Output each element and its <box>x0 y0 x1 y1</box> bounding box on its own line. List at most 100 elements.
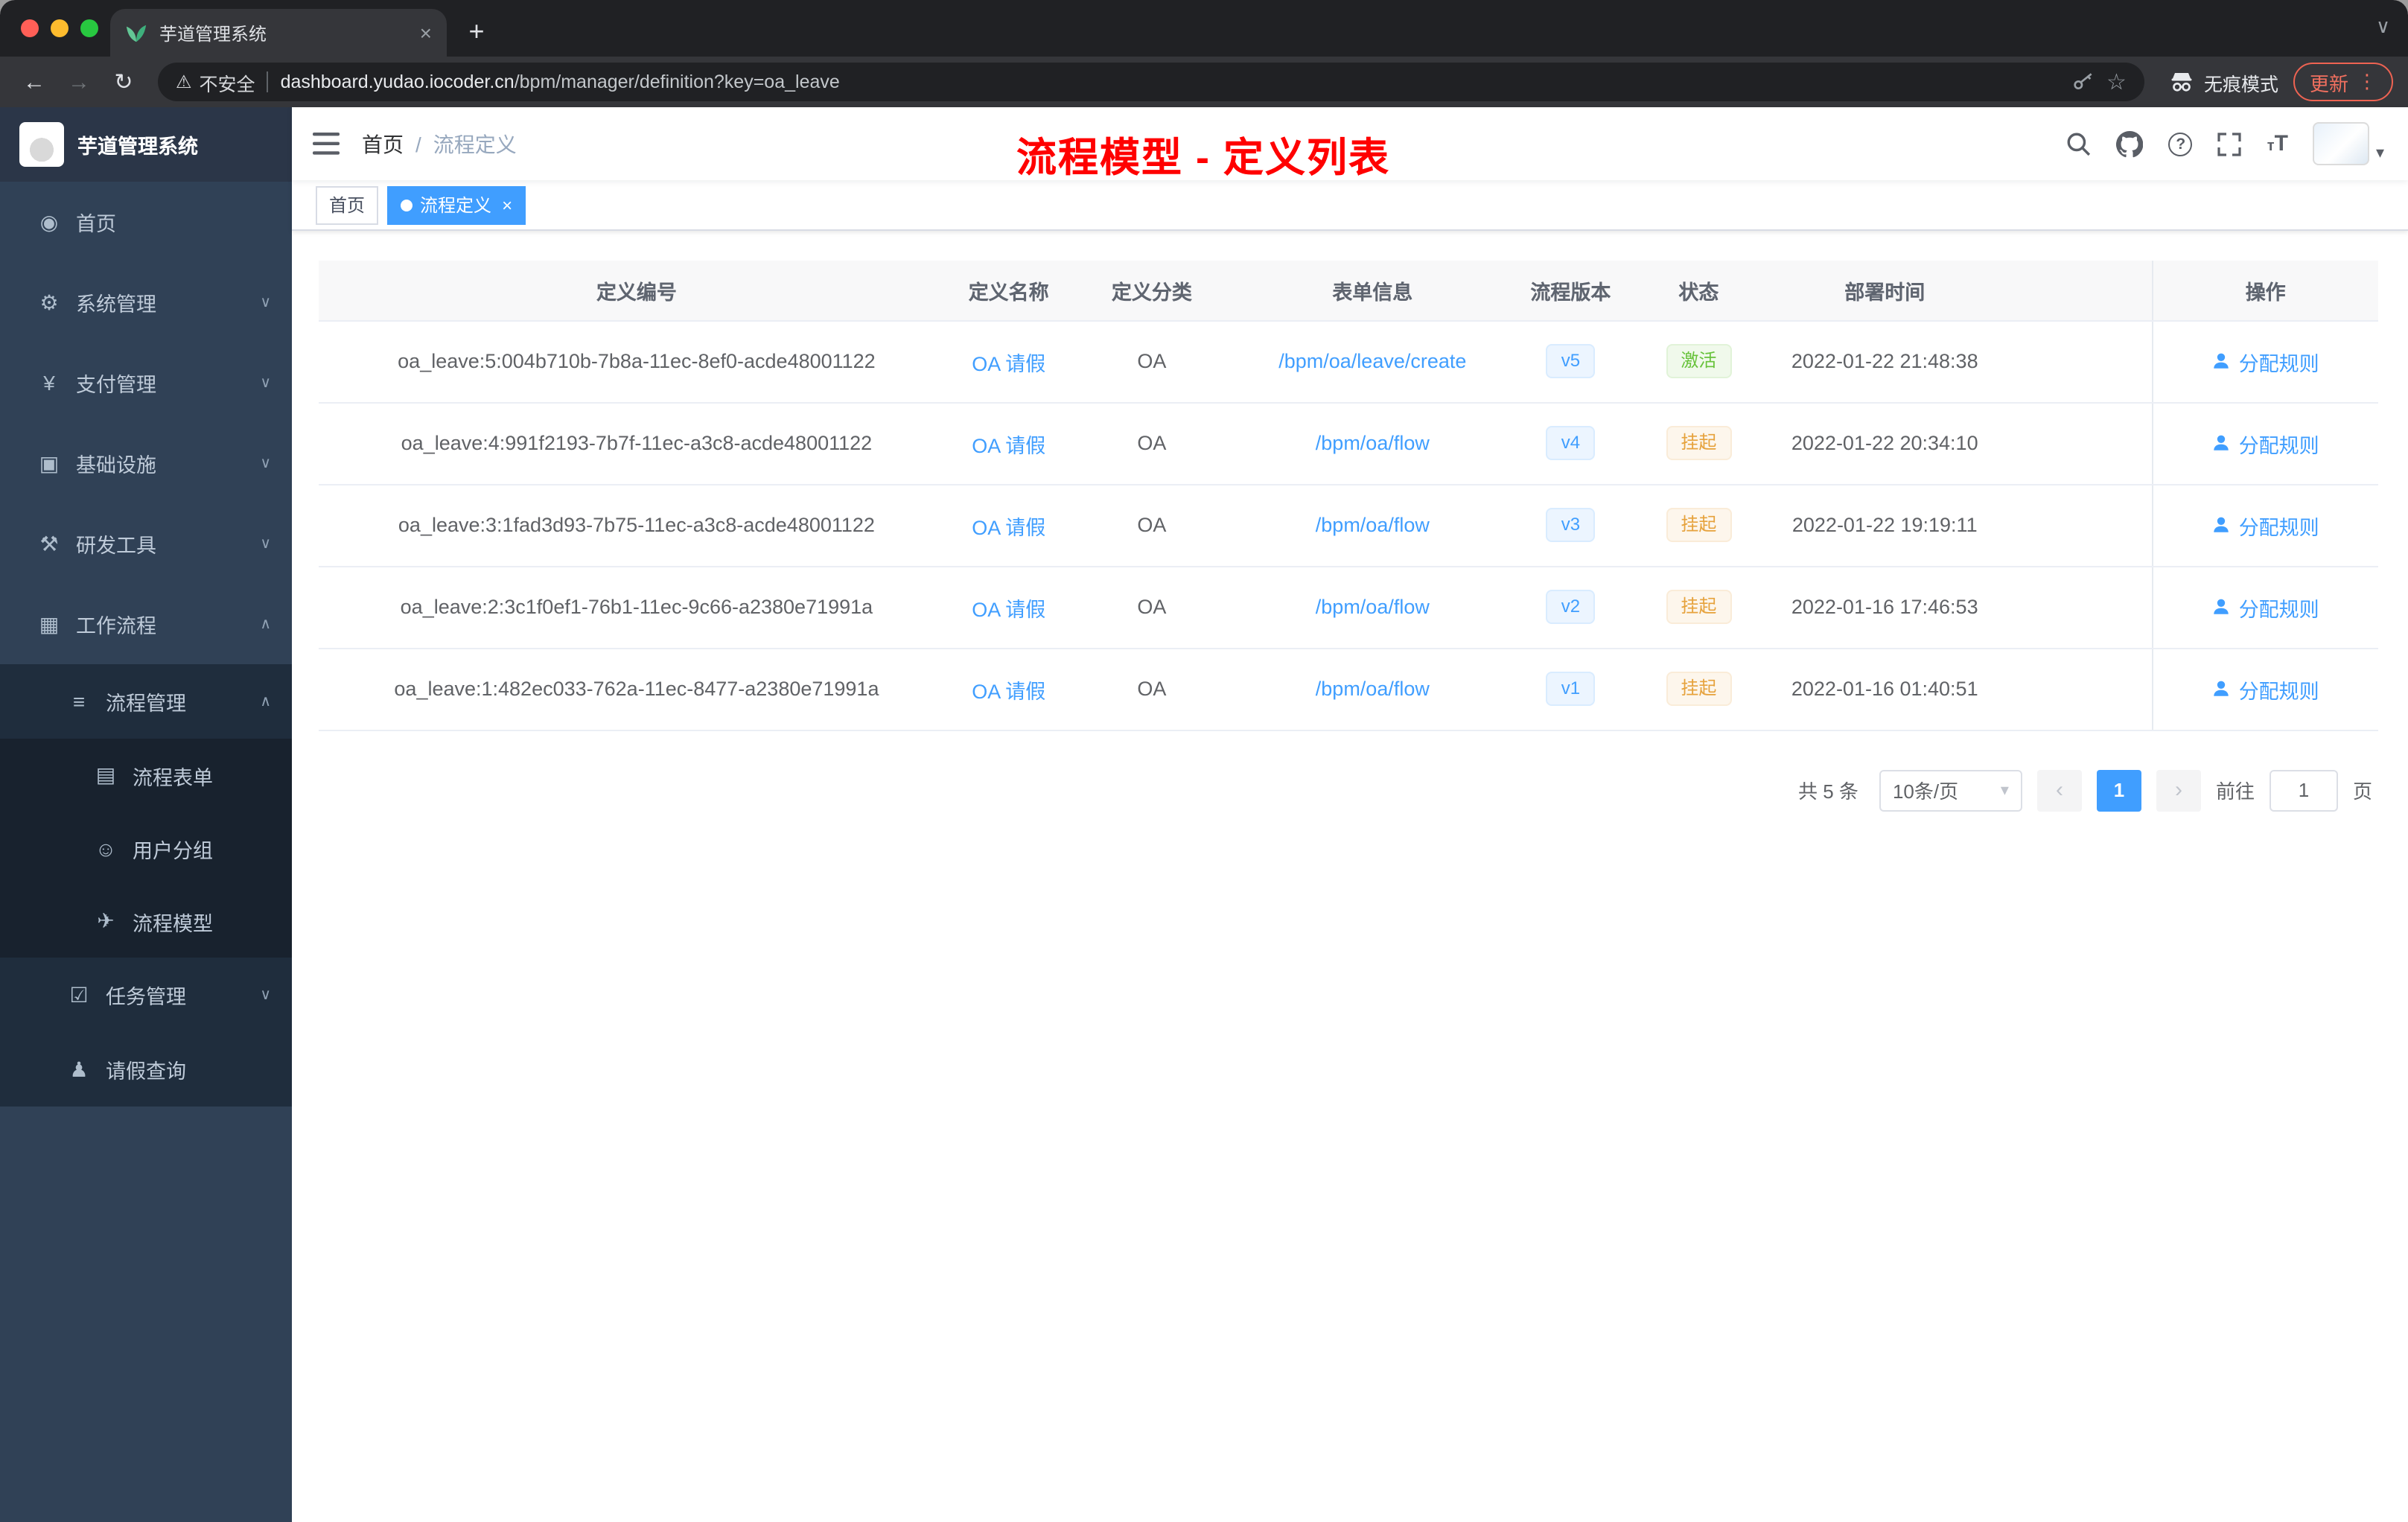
github-icon[interactable] <box>2116 130 2144 157</box>
prev-page-button[interactable]: ‹ <box>2036 769 2082 811</box>
definition-name-link[interactable]: OA 请假 <box>972 680 1045 702</box>
close-window-button[interactable] <box>21 19 39 37</box>
sidebar-item-label: 请假查询 <box>106 1060 186 1083</box>
col-deploy-time: 部署时间 <box>1760 261 2010 321</box>
form-link[interactable]: /bpm/oa/flow <box>1316 596 1430 618</box>
person-icon <box>2214 681 2229 696</box>
sidebar-item-infrastructure[interactable]: ▣ 基础设施 ∨ <box>0 423 292 503</box>
help-icon[interactable]: ? <box>2168 132 2193 156</box>
definition-name-link[interactable]: OA 请假 <box>972 516 1045 538</box>
assign-rule-link[interactable]: 分配规则 <box>2212 428 2319 458</box>
incognito-icon <box>2168 69 2195 95</box>
tag-close-icon[interactable]: × <box>502 194 512 215</box>
task-icon: ☑ <box>69 982 89 1006</box>
tab-search-chevron-icon[interactable]: ∨ <box>2376 15 2390 39</box>
site-favicon-icon <box>125 22 147 44</box>
minimize-window-button[interactable] <box>51 19 69 37</box>
chevron-down-icon: ∨ <box>260 455 271 471</box>
reload-button[interactable]: ↻ <box>104 63 143 101</box>
sidebar-item-label: 基础设施 <box>76 454 156 477</box>
password-key-icon[interactable] <box>2071 70 2095 94</box>
tab-close-icon[interactable]: × <box>420 21 432 45</box>
new-tab-button[interactable]: + <box>456 10 497 52</box>
user-group-icon: ☺ <box>95 836 117 860</box>
avatar-image <box>2313 122 2370 165</box>
table-row: oa_leave:4:991f2193-7b7f-11ec-a3c8-acde4… <box>319 402 2378 485</box>
sidebar-item-home[interactable]: ◉ 首页 <box>0 182 292 262</box>
url-host: dashboard.yudao.iocoder.cn <box>280 71 515 92</box>
caret-down-icon: ▾ <box>2000 782 2009 800</box>
form-icon: ▤ <box>95 762 116 786</box>
sidebar-item-user-group[interactable]: ☺ 用户分组 <box>0 812 292 885</box>
category-cell: OA <box>1063 402 1241 485</box>
warning-icon: ⚠ <box>176 71 192 92</box>
form-link[interactable]: /bpm/oa/flow <box>1316 432 1430 454</box>
assign-rule-label: 分配规则 <box>2238 598 2319 620</box>
col-definition-name: 定义名称 <box>954 261 1063 321</box>
status-badge: 激活 <box>1666 343 1732 379</box>
security-label: 不安全 <box>199 74 255 95</box>
workflow-icon: ▦ <box>39 611 60 635</box>
page-content: 定义编号 定义名称 定义分类 表单信息 流程版本 状态 部署时间 操作 oa_l… <box>292 231 2408 1522</box>
category-cell: OA <box>1063 320 1241 403</box>
forward-button[interactable]: → <box>60 63 98 101</box>
page-size-value: 10条/页 <box>1892 780 1959 803</box>
user-icon: ♟ <box>69 1057 89 1080</box>
assign-rule-link[interactable]: 分配规则 <box>2212 346 2319 376</box>
user-avatar[interactable]: ▾ <box>2313 122 2384 165</box>
definition-name-link[interactable]: OA 请假 <box>972 598 1045 620</box>
table-row: oa_leave:2:3c1f0ef1-76b1-11ec-9c66-a2380… <box>319 566 2378 649</box>
sidebar-item-workflow[interactable]: ▦ 工作流程 ∧ <box>0 584 292 664</box>
version-badge: v3 <box>1546 507 1596 543</box>
sidebar-item-process-management[interactable]: ≡ 流程管理 ∧ <box>0 664 292 739</box>
status-badge: 挂起 <box>1666 671 1732 707</box>
browser-toolbar: ← → ↻ ⚠ 不安全 dashboard.yudao.iocoder.cn/b… <box>0 57 2408 107</box>
font-size-icon[interactable]: тT <box>2267 133 2288 155</box>
tag-process-definition[interactable]: 流程定义 × <box>387 185 526 224</box>
assign-rule-link[interactable]: 分配规则 <box>2212 674 2319 704</box>
back-button[interactable]: ← <box>15 63 54 101</box>
sidebar-item-dev-tools[interactable]: ⚒ 研发工具 ∨ <box>0 503 292 584</box>
tag-label: 首页 <box>329 195 366 216</box>
assign-rule-link[interactable]: 分配规则 <box>2212 592 2319 622</box>
zoom-window-button[interactable] <box>80 19 98 37</box>
sidebar-item-process-form[interactable]: ▤ 流程表单 <box>0 739 292 812</box>
spacer-cell <box>2009 320 2153 403</box>
page-number-button[interactable]: 1 <box>2096 769 2141 811</box>
person-icon <box>2214 353 2229 369</box>
fullscreen-icon[interactable] <box>2218 132 2242 156</box>
sidebar-logo[interactable]: 芋道管理系统 <box>0 107 292 182</box>
tag-home[interactable]: 首页 <box>316 185 379 224</box>
update-button[interactable]: 更新 ⋮ <box>2293 63 2393 101</box>
bookmark-star-icon[interactable]: ☆ <box>2106 69 2127 95</box>
goto-page-input[interactable] <box>2269 769 2338 811</box>
hamburger-icon[interactable] <box>313 133 340 155</box>
sidebar-item-system-management[interactable]: ⚙ 系统管理 ∨ <box>0 262 292 343</box>
definition-name-link[interactable]: OA 请假 <box>972 434 1045 456</box>
sidebar-item-process-model[interactable]: ✈ 流程模型 <box>0 885 292 958</box>
form-link[interactable]: /bpm/oa/flow <box>1316 678 1430 700</box>
more-vert-icon[interactable]: ⋮ <box>2357 70 2377 94</box>
form-link[interactable]: /bpm/oa/flow <box>1316 514 1430 536</box>
breadcrumb-home[interactable]: 首页 <box>362 129 404 159</box>
category-cell: OA <box>1063 484 1241 567</box>
sidebar-item-leave-query[interactable]: ♟ 请假查询 <box>0 1032 292 1107</box>
sidebar-item-task-management[interactable]: ☑ 任务管理 ∨ <box>0 958 292 1032</box>
security-status[interactable]: ⚠ 不安全 <box>176 68 255 96</box>
person-icon <box>2214 599 2229 614</box>
browser-tab[interactable]: 芋道管理系统 × <box>110 9 447 57</box>
address-bar[interactable]: ⚠ 不安全 dashboard.yudao.iocoder.cn/bpm/man… <box>158 63 2144 101</box>
sidebar-item-label: 流程表单 <box>133 766 213 789</box>
next-page-button[interactable]: › <box>2156 769 2201 811</box>
page-size-select[interactable]: 10条/页 ▾ <box>1879 769 2022 811</box>
definition-name-link[interactable]: OA 请假 <box>972 352 1045 375</box>
dashboard-icon: ◉ <box>39 209 59 233</box>
spacer-cell <box>2009 484 2153 567</box>
header-actions: ? тT ▾ <box>2066 122 2384 165</box>
assign-rule-link[interactable]: 分配规则 <box>2212 510 2319 540</box>
breadcrumb-separator: / <box>415 132 421 156</box>
search-icon[interactable] <box>2066 131 2092 156</box>
form-link[interactable]: /bpm/oa/leave/create <box>1278 350 1466 372</box>
pagination: 共 5 条 10条/页 ▾ ‹ 1 › 前往 页 <box>319 730 2378 811</box>
sidebar-item-payment-management[interactable]: ¥ 支付管理 ∨ <box>0 343 292 423</box>
